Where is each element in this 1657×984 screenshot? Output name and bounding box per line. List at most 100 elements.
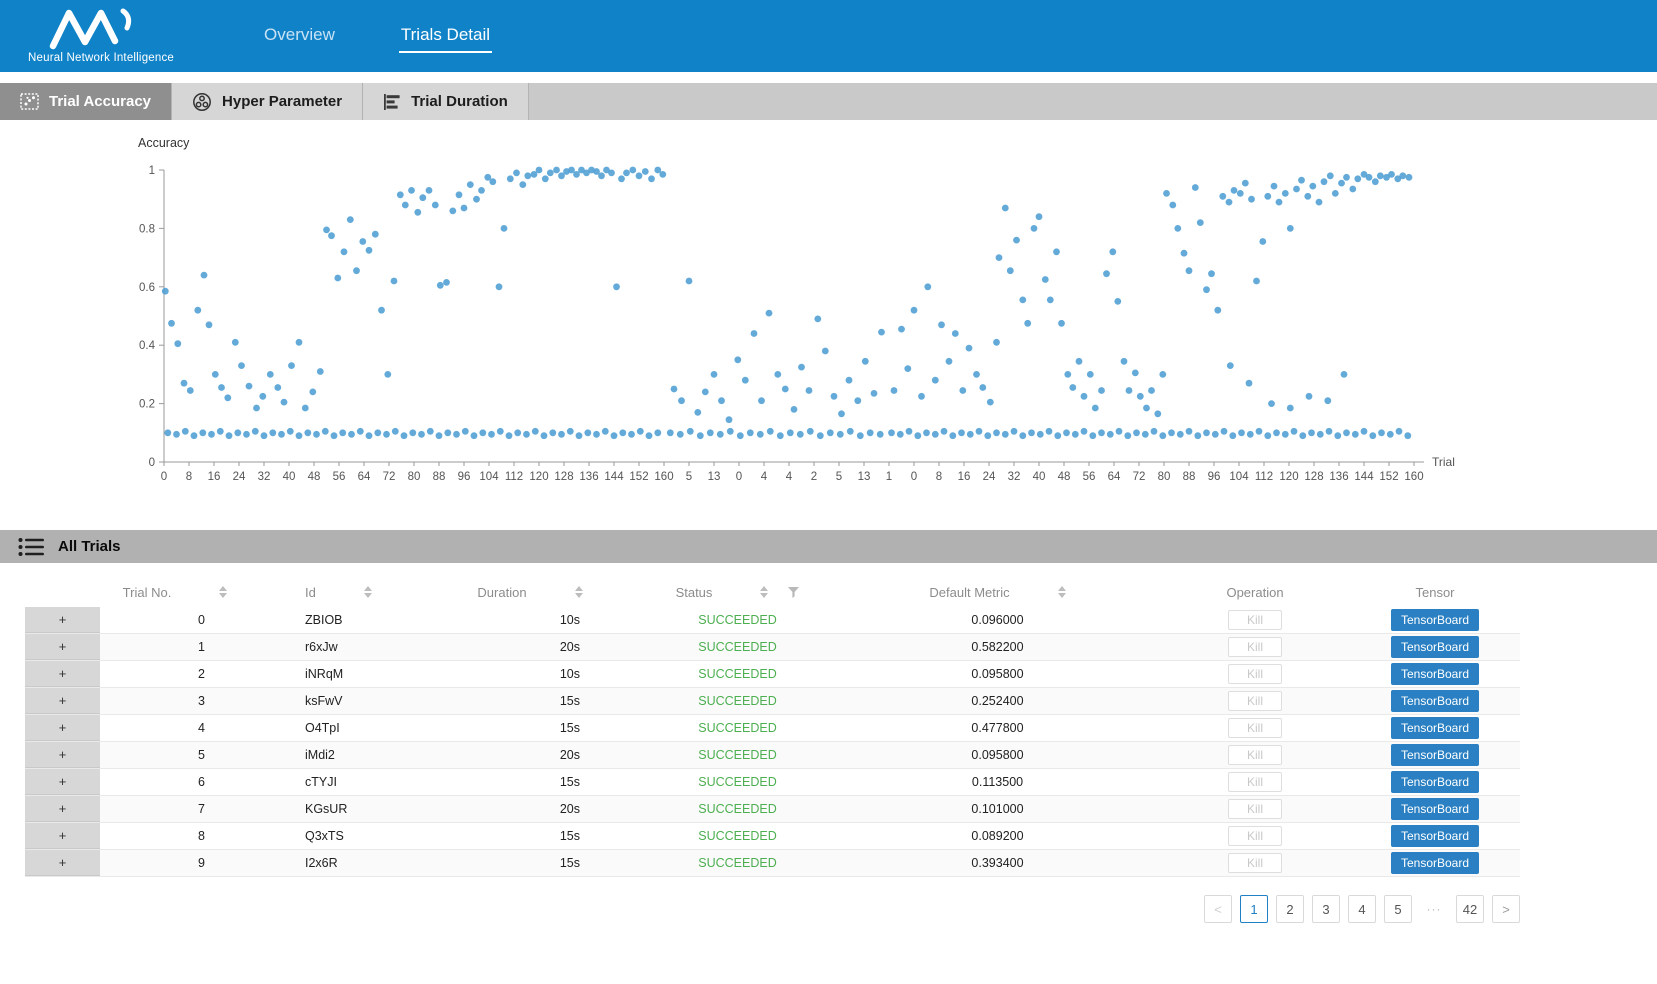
expand-row-button[interactable]: + xyxy=(25,715,100,741)
svg-text:48: 48 xyxy=(308,471,321,483)
default-metric-cell: 0.477800 xyxy=(835,715,1160,741)
trial-row: +3ksFwV15sSUCCEEDED0.252400KillTensorBoa… xyxy=(25,688,1520,715)
operation-cell: Kill xyxy=(1160,850,1350,876)
tab-hyper-parameter[interactable]: Hyper Parameter xyxy=(172,83,363,120)
column-header-operation: Operation xyxy=(1160,577,1350,607)
trial-id-cell: Q3xTS xyxy=(250,823,420,849)
kill-button[interactable]: Kill xyxy=(1228,718,1282,738)
tensor-cell: TensorBoard xyxy=(1350,850,1520,876)
column-label: Id xyxy=(305,585,316,600)
expand-row-button[interactable]: + xyxy=(25,823,100,849)
nav-tab-trials-detail[interactable]: Trials Detail xyxy=(393,0,498,72)
expand-row-button[interactable]: + xyxy=(25,742,100,768)
svg-text:88: 88 xyxy=(1183,471,1196,483)
tab-trial-accuracy[interactable]: Trial Accuracy xyxy=(0,83,172,120)
tensorboard-button[interactable]: TensorBoard xyxy=(1391,609,1479,631)
expand-row-button[interactable]: + xyxy=(25,607,100,633)
trial-no-cell: 6 xyxy=(100,769,250,795)
pagination-ellipsis[interactable]: ··· xyxy=(1420,895,1448,923)
expand-row-button[interactable]: + xyxy=(25,688,100,714)
sort-icon[interactable] xyxy=(219,586,227,598)
hyper-parameter-icon xyxy=(192,92,212,112)
svg-text:8: 8 xyxy=(936,471,942,483)
pagination-page-42[interactable]: 42 xyxy=(1456,895,1484,923)
tensorboard-button[interactable]: TensorBoard xyxy=(1391,663,1479,685)
column-header-duration[interactable]: Duration xyxy=(420,577,640,607)
all-trials-header: All Trials xyxy=(0,530,1657,563)
expand-column-header xyxy=(25,577,100,607)
trial-row: +7KGsUR20sSUCCEEDED0.101000KillTensorBoa… xyxy=(25,796,1520,823)
svg-text:104: 104 xyxy=(479,471,499,483)
duration-cell: 20s xyxy=(420,742,640,768)
tensorboard-button[interactable]: TensorBoard xyxy=(1391,798,1479,820)
column-header-trial-no-[interactable]: Trial No. xyxy=(100,577,250,607)
kill-button[interactable]: Kill xyxy=(1228,853,1282,873)
trial-row: +5iMdi220sSUCCEEDED0.095800KillTensorBoa… xyxy=(25,742,1520,769)
expand-row-button[interactable]: + xyxy=(25,796,100,822)
pagination-page-3[interactable]: 3 xyxy=(1312,895,1340,923)
svg-text:32: 32 xyxy=(258,471,271,483)
kill-button[interactable]: Kill xyxy=(1228,637,1282,657)
tensorboard-button[interactable]: TensorBoard xyxy=(1391,744,1479,766)
svg-text:160: 160 xyxy=(654,471,673,483)
svg-text:136: 136 xyxy=(579,471,598,483)
status-cell: SUCCEEDED xyxy=(640,823,835,849)
tab-trial-duration[interactable]: Trial Duration xyxy=(363,83,529,120)
pagination-page-4[interactable]: 4 xyxy=(1348,895,1376,923)
scatter-chart-icon xyxy=(20,93,39,110)
sort-icon[interactable] xyxy=(575,586,583,598)
expand-row-button[interactable]: + xyxy=(25,634,100,660)
tensorboard-button[interactable]: TensorBoard xyxy=(1391,717,1479,739)
tensorboard-button[interactable]: TensorBoard xyxy=(1391,825,1479,847)
svg-text:104: 104 xyxy=(1229,471,1249,483)
tensorboard-button[interactable]: TensorBoard xyxy=(1391,690,1479,712)
svg-text:128: 128 xyxy=(1304,471,1323,483)
tensorboard-button[interactable]: TensorBoard xyxy=(1391,636,1479,658)
tensorboard-button[interactable]: TensorBoard xyxy=(1391,771,1479,793)
accuracy-scatter-chart[interactable]: 00.20.40.60.8108162432404856647280889610… xyxy=(138,156,1468,494)
status-cell: SUCCEEDED xyxy=(640,688,835,714)
trial-id-cell: I2x6R xyxy=(250,850,420,876)
column-header-id[interactable]: Id xyxy=(250,577,420,607)
svg-text:112: 112 xyxy=(505,471,523,483)
list-icon xyxy=(18,537,44,557)
kill-button[interactable]: Kill xyxy=(1228,664,1282,684)
expand-row-button[interactable]: + xyxy=(25,850,100,876)
pagination-page-5[interactable]: 5 xyxy=(1384,895,1412,923)
trial-id-cell: iNRqM xyxy=(250,661,420,687)
kill-button[interactable]: Kill xyxy=(1228,799,1282,819)
trial-no-cell: 1 xyxy=(100,634,250,660)
kill-button[interactable]: Kill xyxy=(1228,826,1282,846)
status-cell: SUCCEEDED xyxy=(640,796,835,822)
default-metric-cell: 0.252400 xyxy=(835,688,1160,714)
kill-button[interactable]: Kill xyxy=(1228,610,1282,630)
svg-text:144: 144 xyxy=(604,471,624,483)
pagination-page-1[interactable]: 1 xyxy=(1240,895,1268,923)
svg-text:32: 32 xyxy=(1008,471,1021,483)
pagination-page-2[interactable]: 2 xyxy=(1276,895,1304,923)
nav-tab-trials-detail-label: Trials Detail xyxy=(399,19,492,53)
duration-cell: 20s xyxy=(420,634,640,660)
kill-button[interactable]: Kill xyxy=(1228,772,1282,792)
tensorboard-button[interactable]: TensorBoard xyxy=(1391,852,1479,874)
kill-button[interactable]: Kill xyxy=(1228,745,1282,765)
trial-no-cell: 2 xyxy=(100,661,250,687)
trial-id-cell: ksFwV xyxy=(250,688,420,714)
kill-button[interactable]: Kill xyxy=(1228,691,1282,711)
pagination-next[interactable]: > xyxy=(1492,895,1520,923)
filter-icon[interactable] xyxy=(788,587,799,598)
svg-text:40: 40 xyxy=(1033,471,1046,483)
pagination-prev[interactable]: < xyxy=(1204,895,1232,923)
expand-row-button[interactable]: + xyxy=(25,661,100,687)
sort-icon[interactable] xyxy=(760,586,768,598)
trial-row: +0ZBIOB10sSUCCEEDED0.096000KillTensorBoa… xyxy=(25,607,1520,634)
nav-tab-overview[interactable]: Overview xyxy=(256,0,343,72)
tensor-cell: TensorBoard xyxy=(1350,688,1520,714)
sort-icon[interactable] xyxy=(364,586,372,598)
expand-row-button[interactable]: + xyxy=(25,769,100,795)
column-header-default-metric[interactable]: Default Metric xyxy=(835,577,1160,607)
column-header-status[interactable]: Status xyxy=(640,577,835,607)
sort-icon[interactable] xyxy=(1058,586,1066,598)
nni-logo-mark-icon xyxy=(45,8,157,50)
all-trials-title: All Trials xyxy=(58,538,121,555)
